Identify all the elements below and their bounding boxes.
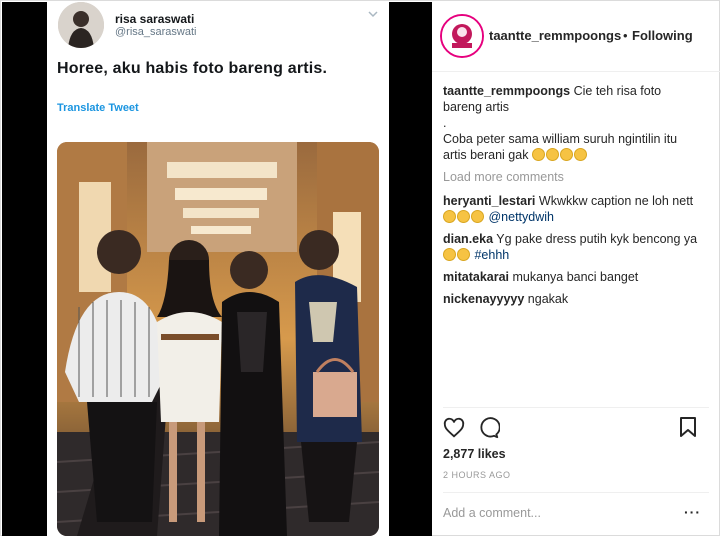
post-frame: risa saraswati @risa_saraswati Horee, ak… <box>0 0 720 536</box>
grin-emoji-icon <box>531 148 545 161</box>
caption-line-2: . <box>443 116 447 130</box>
laugh-emoji-icon <box>443 248 456 261</box>
more-options-icon[interactable]: ··· <box>684 504 701 520</box>
tweet-author-name: risa saraswati <box>115 12 195 26</box>
tweet-avatar <box>58 2 104 48</box>
translate-tweet-link: Translate Tweet <box>57 102 139 114</box>
comment-input[interactable]: Add a comment... <box>443 506 541 520</box>
account-username[interactable]: taantte_remmpoongs <box>489 28 621 43</box>
post-timestamp[interactable]: 2 HOURS AGO <box>443 470 511 480</box>
laugh-emoji-icon <box>443 210 456 223</box>
comment-icon[interactable] <box>478 417 500 439</box>
comment-username[interactable]: heryanti_lestari <box>443 194 535 208</box>
load-more-comments[interactable]: Load more comments <box>443 170 564 184</box>
laugh-emoji-icon <box>457 210 470 223</box>
bookmark-icon[interactable] <box>679 417 697 437</box>
caption-username[interactable]: taantte_remmpoongs <box>443 84 570 98</box>
actions-divider <box>443 407 709 408</box>
comment-text: Yg pake dress putih kyk bencong ya <box>496 232 698 246</box>
account-avatar[interactable] <box>440 14 484 58</box>
tweet-author-handle: @risa_saraswati <box>115 26 197 38</box>
comment-item: nickenayyyyy ngakak <box>443 291 713 307</box>
grin-emoji-icon <box>559 148 573 161</box>
separator-dot: • <box>623 28 628 43</box>
comment-username[interactable]: dian.eka <box>443 232 493 246</box>
comment-mention[interactable]: @nettydwih <box>488 210 554 224</box>
comment-hashtag[interactable]: #ehhh <box>474 248 509 262</box>
comment-item: mitatakarai mukanya banci banget <box>443 269 713 285</box>
comment-text: mukanya banci banget <box>512 270 639 284</box>
post-sidebar: taantte_remmpoongs • Following taantte_r… <box>432 2 720 536</box>
post-media[interactable]: risa saraswati @risa_saraswati Horee, ak… <box>2 2 432 536</box>
tweet-text: Horee, aku habis foto bareng artis. <box>57 60 328 77</box>
likes-count[interactable]: 2,877 likes <box>443 447 506 461</box>
comment-username[interactable]: nickenayyyyy <box>443 292 524 306</box>
grin-emoji-icon <box>545 148 559 161</box>
comment-text: Wkwkkw caption ne loh nett <box>538 194 694 208</box>
comment-divider <box>443 492 709 493</box>
laugh-emoji-icon <box>471 210 484 223</box>
group-photo <box>57 142 379 536</box>
comment-item: dian.eka Yg pake dress putih kyk bencong… <box>443 231 713 263</box>
grin-emoji-icon <box>573 148 587 161</box>
comment-username[interactable]: mitatakarai <box>443 270 509 284</box>
post-header: taantte_remmpoongs • Following <box>432 2 720 72</box>
comment-item: heryanti_lestari Wkwkkw caption ne loh n… <box>443 193 713 225</box>
tweet-screenshot: risa saraswati @risa_saraswati Horee, ak… <box>47 2 389 536</box>
post-caption: taantte_remmpoongs Cie teh risa foto bar… <box>443 83 693 163</box>
laugh-emoji-icon <box>457 248 470 261</box>
follow-status-button[interactable]: Following <box>632 28 693 43</box>
chevron-down-icon <box>368 11 378 18</box>
comment-text: ngakak <box>527 292 569 306</box>
heart-icon[interactable] <box>443 417 465 439</box>
